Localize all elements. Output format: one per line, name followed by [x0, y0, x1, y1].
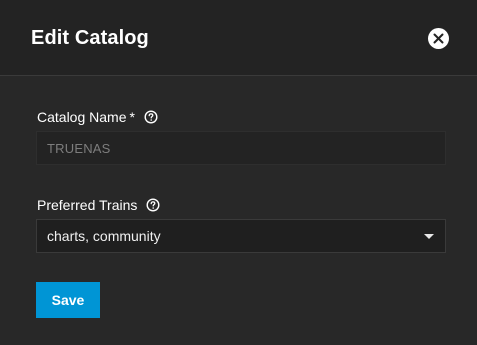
- preferred-trains-value: charts, community: [47, 228, 161, 244]
- dialog-title: Edit Catalog: [31, 27, 149, 49]
- preferred-trains-label-row: Preferred Trains: [37, 197, 160, 213]
- catalog-name-label: Catalog Name: [37, 109, 127, 125]
- catalog-name-input[interactable]: TRUENAS: [36, 131, 446, 165]
- help-circle-icon[interactable]: [146, 198, 160, 212]
- save-button[interactable]: Save: [36, 282, 100, 318]
- dialog-header: Edit Catalog: [0, 0, 477, 76]
- close-icon: [433, 33, 444, 44]
- close-button[interactable]: [428, 28, 449, 49]
- preferred-trains-label: Preferred Trains: [37, 197, 138, 213]
- help-circle-icon[interactable]: [144, 110, 158, 124]
- required-marker: *: [129, 109, 135, 125]
- catalog-name-value: TRUENAS: [47, 140, 111, 156]
- catalog-name-label-row: Catalog Name *: [37, 109, 158, 125]
- edit-catalog-dialog: Edit Catalog Catalog Name * TRUENAS Pref…: [0, 0, 477, 345]
- preferred-trains-select[interactable]: charts, community: [36, 219, 446, 253]
- dropdown-arrow-icon: [424, 234, 434, 239]
